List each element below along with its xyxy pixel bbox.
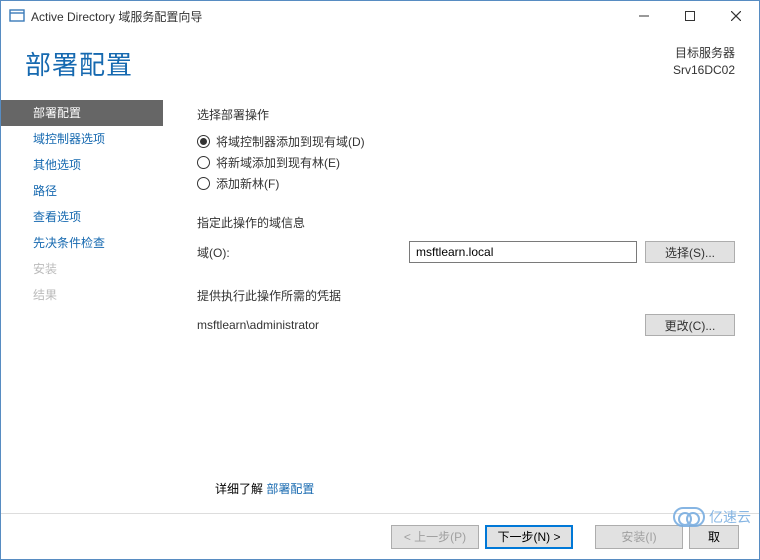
radio-icon — [197, 135, 210, 148]
sidebar-item-deploy[interactable]: 部署配置 — [1, 100, 163, 126]
domain-input[interactable] — [409, 241, 637, 263]
sidebar-item-paths[interactable]: 路径 — [21, 178, 163, 204]
prev-button[interactable]: < 上一步(P) — [391, 525, 479, 549]
learn-more: 详细了解 部署配置 — [215, 480, 314, 497]
domain-row: 域(O): 选择(S)... — [197, 241, 735, 263]
target-server-label: 目标服务器 — [673, 45, 735, 62]
content-area: 部署配置 目标服务器 Srv16DC02 部署配置 域控制器选项 其他选项 路径… — [1, 31, 759, 513]
domain-info-label: 指定此操作的域信息 — [197, 214, 735, 231]
radio-add-domain-existing-forest[interactable]: 将新域添加到现有林(E) — [197, 154, 735, 171]
radio-icon — [197, 156, 210, 169]
install-button[interactable]: 安装(I) — [595, 525, 683, 549]
radio-label: 将域控制器添加到现有域(D) — [216, 133, 365, 150]
page-title: 部署配置 — [25, 45, 133, 82]
target-server-name: Srv16DC02 — [673, 62, 735, 79]
wizard-window: Active Directory 域服务配置向导 部署配置 目标服务器 Srv1… — [0, 0, 760, 560]
body-row: 部署配置 域控制器选项 其他选项 路径 查看选项 先决条件检查 安装 结果 选择… — [1, 100, 759, 513]
close-button[interactable] — [713, 1, 759, 31]
titlebar: Active Directory 域服务配置向导 — [1, 1, 759, 31]
radio-icon — [197, 177, 210, 190]
change-credentials-button[interactable]: 更改(C)... — [645, 314, 735, 336]
sidebar-item-review[interactable]: 查看选项 — [21, 204, 163, 230]
select-domain-button[interactable]: 选择(S)... — [645, 241, 735, 263]
sidebar-item-results: 结果 — [21, 282, 163, 308]
credentials-label: 提供执行此操作所需的凭据 — [197, 287, 735, 304]
learn-more-link[interactable]: 部署配置 — [266, 482, 314, 496]
window-controls — [621, 1, 759, 31]
learn-more-prefix: 详细了解 — [215, 482, 266, 496]
app-icon — [9, 8, 25, 24]
sidebar-item-install: 安装 — [21, 256, 163, 282]
sidebar: 部署配置 域控制器选项 其他选项 路径 查看选项 先决条件检查 安装 结果 — [1, 100, 163, 513]
radio-add-new-forest[interactable]: 添加新林(F) — [197, 175, 735, 192]
next-button[interactable]: 下一步(N) > — [485, 525, 573, 549]
header-row: 部署配置 目标服务器 Srv16DC02 — [1, 31, 759, 100]
radio-add-dc-existing-domain[interactable]: 将域控制器添加到现有域(D) — [197, 133, 735, 150]
maximize-button[interactable] — [667, 1, 713, 31]
sidebar-item-prereq[interactable]: 先决条件检查 — [21, 230, 163, 256]
credentials-row: msftlearn\administrator 更改(C)... — [197, 314, 735, 336]
sidebar-item-dcoptions[interactable]: 域控制器选项 — [21, 126, 163, 152]
credentials-user: msftlearn\administrator — [197, 318, 637, 332]
cancel-button[interactable]: 取 — [689, 525, 739, 549]
sidebar-item-other[interactable]: 其他选项 — [21, 152, 163, 178]
minimize-button[interactable] — [621, 1, 667, 31]
radio-label: 将新域添加到现有林(E) — [216, 154, 340, 171]
target-server-box: 目标服务器 Srv16DC02 — [673, 45, 735, 79]
main-panel: 选择部署操作 将域控制器添加到现有域(D) 将新域添加到现有林(E) 添加新林(… — [163, 100, 735, 513]
radio-label: 添加新林(F) — [216, 175, 279, 192]
footer: < 上一步(P) 下一步(N) > 安装(I) 取 — [1, 513, 759, 559]
domain-field-label: 域(O): — [197, 244, 409, 261]
window-title: Active Directory 域服务配置向导 — [31, 8, 202, 25]
select-operation-label: 选择部署操作 — [197, 106, 735, 123]
